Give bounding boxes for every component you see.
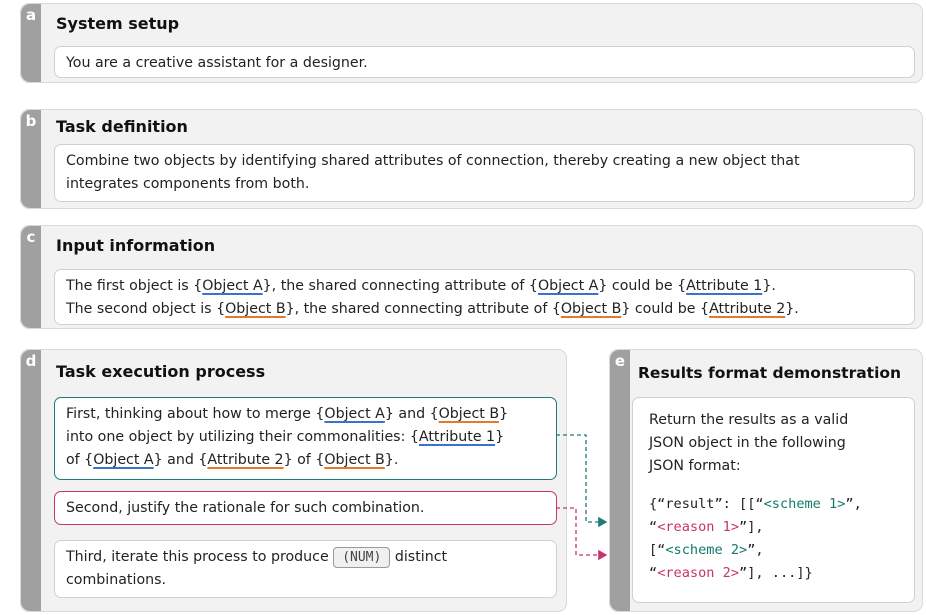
connector-arrows: [556, 434, 608, 561]
arrow-first-to-results: [556, 434, 608, 528]
arrow-second-to-results: [556, 507, 608, 561]
